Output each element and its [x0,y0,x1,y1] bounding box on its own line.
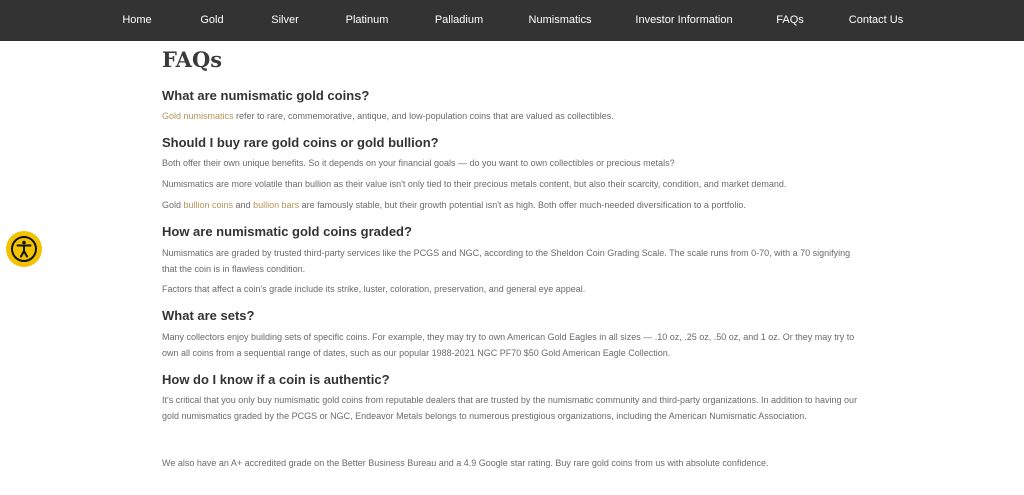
gold-numismatics-link[interactable]: Gold numismatics [162,111,234,121]
faq-answer: Gold bullion coins and bullion bars are … [162,197,862,213]
accessibility-icon [11,236,37,262]
faq-question: What are numismatic gold coins? [162,88,370,103]
nav-numismatics[interactable]: Numismatics [529,0,592,41]
faq-answer-text: Gold [162,200,184,210]
nav-home[interactable]: Home [122,0,151,41]
faq-answer: It's critical that you only buy numismat… [162,395,858,421]
faq-answer-text: and [233,200,254,210]
nav-gold[interactable]: Gold [200,0,223,41]
faq-question: What are sets? [162,308,255,323]
faq-question: Should I buy rare gold coins or gold bul… [162,135,439,150]
bullion-coins-link[interactable]: bullion coins [184,200,234,210]
nav-investor-information[interactable]: Investor Information [635,0,732,41]
faq-answer: Factors that affect a coin's grade inclu… [162,284,586,294]
faq-answer: Numismatics are graded by trusted third-… [162,248,851,274]
nav-platinum[interactable]: Platinum [346,0,389,41]
faq-answer-text: refer to rare, commemorative, antique, a… [233,111,614,121]
nav-faqs[interactable]: FAQs [776,0,804,41]
bullion-bars-link[interactable]: bullion bars [253,200,299,210]
faq-answer: Both offer their own unique benefits. So… [162,158,675,168]
page-title: FAQs [162,47,223,72]
faq-question: How are numismatic gold coins graded? [162,224,412,239]
nav-contact-us[interactable]: Contact Us [849,0,903,41]
nav-silver[interactable]: Silver [271,0,299,41]
top-navigation: Home Gold Silver Platinum Palladium Numi… [0,0,1024,41]
accessibility-button[interactable] [6,231,42,267]
faq-answer-text: are famously stable, but their growth po… [299,200,746,210]
nav-palladium[interactable]: Palladium [435,0,483,41]
faq-answer: We also have an A+ accredited grade on t… [162,458,769,468]
faq-answer: Numismatics are more volatile than bulli… [162,179,787,189]
faq-answer: Gold numismatics refer to rare, commemor… [162,108,862,124]
faq-answer: Many collectors enjoy building sets of s… [162,332,855,358]
faq-question: How do I know if a coin is authentic? [162,372,390,387]
